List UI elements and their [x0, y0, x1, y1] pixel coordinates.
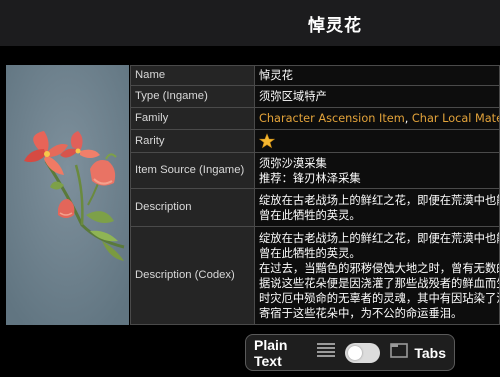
description-line: 曾在此牺牲的英灵。 — [259, 208, 361, 222]
item-image — [6, 65, 129, 325]
page: 悼灵花 Name 悼灵花 Type (Ingame) 须弥区域特产 Family… — [0, 0, 500, 377]
row-value-name: 悼灵花 — [254, 65, 500, 86]
tabs-label[interactable]: Tabs — [414, 345, 446, 361]
row-value-rarity — [254, 129, 500, 153]
plain-text-label[interactable]: Plain Text — [254, 337, 311, 369]
table-row: Type (Ingame) 须弥区域特产 — [130, 85, 500, 108]
source-line: 推荐：锋刃林泽采集 — [259, 171, 361, 185]
page-title: 悼灵花 — [308, 15, 362, 36]
codex-line: 绽放在古老战场上的鲜红之花，即便在荒漠中也能 — [259, 231, 500, 245]
info-table: Name 悼灵花 Type (Ingame) 须弥区域特产 Family Cha… — [130, 65, 500, 325]
codex-line: 寄宿于这些花朵中，为不公的命运垂泪。 — [259, 306, 463, 320]
family-link-local[interactable]: Char Local Mate — [412, 112, 499, 125]
row-key-source: Item Source (Ingame) — [130, 152, 255, 189]
row-key-name: Name — [130, 65, 255, 86]
row-value-family: Character Ascension Item, Char Local Mat… — [254, 107, 500, 130]
list-icon[interactable] — [317, 342, 336, 363]
row-value-source: 须弥沙漠采集 推荐：锋刃林泽采集 — [254, 152, 500, 189]
tabs-icon[interactable] — [390, 342, 409, 363]
table-row: Rarity — [130, 129, 500, 153]
family-link-ascension[interactable]: Character Ascension Item — [259, 112, 405, 125]
row-key-rarity: Rarity — [130, 129, 255, 153]
row-key-type: Type (Ingame) — [130, 85, 255, 108]
source-line: 须弥沙漠采集 — [259, 156, 327, 170]
row-key-description: Description — [130, 188, 255, 227]
row-value-description: 绽放在古老战场上的鲜红之花，即便在荒漠中也能 曾在此牺牲的英灵。 — [254, 188, 500, 227]
view-mode-toggle-bar: Plain Text Tabs — [245, 334, 455, 371]
description-line: 绽放在古老战场上的鲜红之花，即便在荒漠中也能 — [259, 193, 500, 207]
codex-line: 据说这些花朵便是因浇灌了那些战殁者的鲜血而生 — [259, 276, 500, 290]
view-mode-switch[interactable] — [345, 342, 381, 363]
table-row: Description 绽放在古老战场上的鲜红之花，即便在荒漠中也能 曾在此牺牲… — [130, 188, 500, 227]
row-key-codex: Description (Codex) — [130, 226, 255, 325]
row-value-type: 须弥区域特产 — [254, 85, 500, 108]
codex-line: 曾在此牺牲的英灵。 — [259, 246, 361, 260]
header-bar: 悼灵花 — [0, 0, 500, 46]
row-key-family: Family — [130, 107, 255, 130]
table-row: Description (Codex) 绽放在古老战场上的鲜红之花，即便在荒漠中… — [130, 226, 500, 325]
flower-illustration — [6, 65, 129, 325]
codex-line: 时灾厄中殒命的无辜者的灵魂，其中有因玷染了污 — [259, 291, 500, 305]
table-row: Name 悼灵花 — [130, 65, 500, 86]
star-icon — [258, 133, 276, 149]
switch-knob — [348, 345, 363, 360]
row-value-codex: 绽放在古老战场上的鲜红之花，即便在荒漠中也能 曾在此牺牲的英灵。 在过去，当黯色… — [254, 226, 500, 325]
codex-line: 在过去，当黯色的邪秽侵蚀大地之时，曾有无数的 — [259, 261, 500, 275]
table-row: Item Source (Ingame) 须弥沙漠采集 推荐：锋刃林泽采集 — [130, 152, 500, 189]
table-row: Family Character Ascension Item, Char Lo… — [130, 107, 500, 130]
family-separator: , — [404, 112, 412, 125]
